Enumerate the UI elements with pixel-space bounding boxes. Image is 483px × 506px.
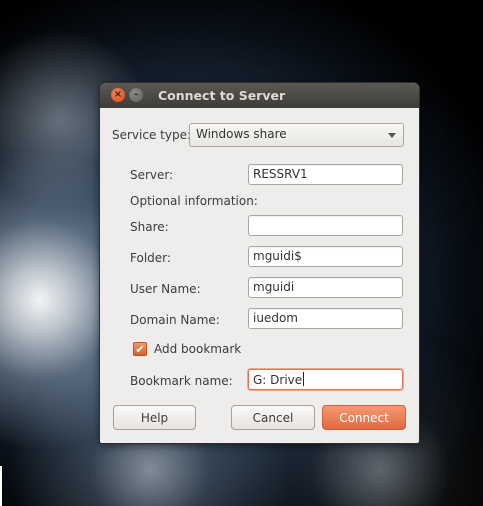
service-type-dropdown[interactable]: Windows share — [189, 123, 404, 147]
minimize-window-icon[interactable]: – — [129, 88, 143, 102]
user-name-label: User Name: — [130, 282, 201, 296]
service-type-value: Windows share — [196, 127, 287, 141]
connect-to-server-dialog: × – Connect to Server Service type: Wind… — [100, 83, 419, 443]
optional-info-heading: Optional information: — [130, 194, 258, 208]
dialog-title: Connect to Server — [158, 88, 286, 103]
desktop-edge-strip — [0, 466, 2, 506]
chevron-down-icon — [388, 133, 396, 138]
connect-button[interactable]: Connect — [322, 405, 406, 430]
share-input[interactable] — [248, 215, 403, 236]
add-bookmark-label[interactable]: Add bookmark — [154, 342, 241, 356]
domain-name-label: Domain Name: — [130, 313, 220, 327]
service-type-label: Service type: — [112, 128, 192, 142]
domain-name-input[interactable]: iuedom — [248, 308, 403, 329]
dialog-titlebar: × – Connect to Server — [100, 83, 419, 108]
help-button[interactable]: Help — [113, 405, 196, 430]
user-name-input[interactable]: mguidi — [248, 277, 403, 298]
server-label: Server: — [130, 168, 174, 182]
folder-label: Folder: — [130, 251, 171, 265]
text-caret — [303, 372, 305, 386]
add-bookmark-checkbox[interactable]: ✔ — [133, 342, 147, 356]
bookmark-name-label: Bookmark name: — [130, 374, 233, 388]
bookmark-name-value: G: Drive — [253, 373, 303, 387]
folder-input[interactable]: mguidi$ — [248, 246, 403, 267]
share-label: Share: — [130, 220, 169, 234]
bookmark-name-input[interactable]: G: Drive — [248, 369, 403, 390]
server-input[interactable]: RESSRV1 — [248, 164, 403, 185]
close-window-icon[interactable]: × — [111, 88, 125, 102]
cancel-button[interactable]: Cancel — [231, 405, 315, 430]
